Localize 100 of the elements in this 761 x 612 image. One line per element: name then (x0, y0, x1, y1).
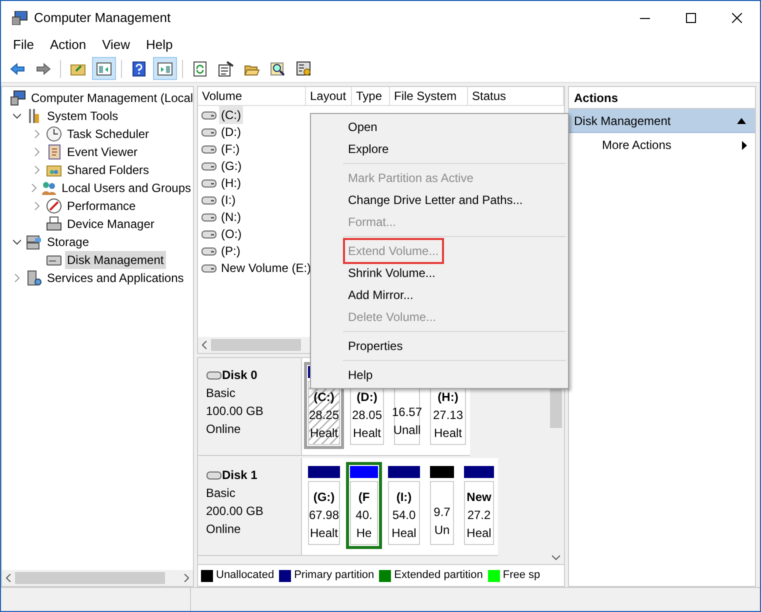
drive-icon (201, 110, 217, 120)
scrollbar-thumb[interactable] (15, 572, 165, 584)
partition-size: 16.57 (392, 404, 422, 421)
tree-item[interactable]: Disk Management (65, 251, 166, 269)
collapsed-chevron-icon[interactable] (13, 274, 21, 282)
partition-size: 28.25 (308, 407, 340, 424)
column-header[interactable]: Volume (198, 87, 306, 105)
collapsed-chevron-icon[interactable] (33, 130, 41, 138)
drive-icon (201, 228, 217, 238)
tree-item[interactable]: Performance (65, 197, 138, 215)
tree-item[interactable]: Services and Applications (45, 269, 186, 287)
drive-icon (201, 194, 217, 204)
drive-entry[interactable]: (D:) (219, 122, 243, 140)
close-icon (732, 13, 742, 23)
drive-icon (201, 212, 217, 222)
column-header[interactable]: Layout (306, 87, 352, 105)
partition-label: (G:) (313, 489, 335, 506)
disk-size: 200.00 GB (206, 503, 264, 520)
partition-status: He (356, 525, 372, 542)
drive-icon (201, 144, 217, 154)
expanded-chevron-icon[interactable] (13, 238, 21, 246)
partition-size: 27.2 (467, 507, 491, 524)
storage-icon (26, 234, 42, 250)
partition-status: Healt (352, 425, 381, 442)
partition-status: Heal (392, 525, 416, 542)
action-item[interactable]: More Actions (569, 133, 755, 157)
partition-block[interactable]: (F 40. He (346, 462, 382, 549)
drive-icon (201, 126, 217, 136)
actions-section-header[interactable]: Disk Management (569, 109, 755, 133)
partition-size: 54.0 (392, 507, 416, 524)
tree-item[interactable]: Device Manager (65, 215, 156, 233)
menu-item[interactable]: Help (343, 362, 378, 388)
legend-label: Primary partition (294, 568, 374, 584)
drive-entry[interactable]: New Volume (E:) (219, 258, 314, 276)
tree-item[interactable]: Shared Folders (65, 161, 152, 179)
column-header[interactable]: Status (468, 87, 564, 105)
column-header[interactable]: File System (390, 87, 468, 105)
menu-item[interactable]: View (94, 35, 138, 55)
tree-item[interactable]: Computer Management (Local (29, 89, 193, 107)
properties-icon (218, 60, 234, 76)
drive-entry[interactable]: (N:) (219, 208, 243, 226)
partition-size: 9.7 (434, 504, 450, 521)
drive-entry[interactable]: (I:) (219, 190, 238, 208)
partition-status: Healt (310, 425, 338, 442)
drive-entry[interactable]: (O:) (219, 224, 244, 242)
menu-item[interactable]: Properties (343, 333, 408, 359)
submenu-arrow-icon (742, 140, 747, 150)
menu-item[interactable]: Help (138, 35, 181, 55)
disk-name: Disk 1 (222, 467, 258, 484)
column-header[interactable]: Type (352, 87, 390, 105)
tree-item[interactable]: Event Viewer (65, 143, 140, 161)
partition-size: 27.13 (432, 407, 464, 424)
tree-item[interactable]: Task Scheduler (65, 125, 152, 143)
menu-item[interactable]: File (5, 35, 42, 55)
partition-status: Heal (466, 525, 492, 542)
pane-toggle-icon (96, 60, 112, 76)
scroll-right-icon[interactable] (184, 574, 189, 582)
expanded-chevron-icon[interactable] (13, 112, 21, 120)
drive-entry[interactable]: (G:) (219, 156, 244, 174)
printer-icon (46, 216, 62, 232)
help-icon (131, 60, 147, 76)
disk-type: Basic (206, 385, 236, 402)
users-icon (40, 180, 57, 196)
drive-entry[interactable]: (P:) (219, 242, 242, 260)
scroll-down-icon[interactable] (552, 555, 560, 560)
partition-type-bar (350, 466, 378, 478)
tools-icon (26, 108, 42, 124)
drive-entry[interactable]: (H:) (219, 174, 243, 192)
forward-arrow-icon (35, 60, 51, 76)
toolbar-button[interactable] (153, 57, 177, 80)
collapse-caret-icon[interactable] (737, 118, 746, 124)
drive-entry[interactable]: (C:) (219, 106, 243, 124)
menu-item[interactable]: Action (42, 35, 94, 55)
scrollbar-thumb[interactable] (211, 339, 301, 351)
disk-status: Online (206, 421, 242, 438)
collapsed-chevron-icon[interactable] (30, 184, 38, 192)
tree-item[interactable]: Local Users and Groups (60, 179, 193, 197)
toolbar-button[interactable] (92, 57, 116, 80)
drive-icon (201, 246, 217, 256)
log-book-icon (46, 144, 62, 160)
collapsed-chevron-icon[interactable] (33, 148, 41, 156)
partition-status: Un (434, 522, 450, 539)
drive-icon (201, 178, 217, 188)
search-icon (270, 60, 286, 76)
partition-size: 28.05 (352, 407, 382, 424)
drive-icon (201, 160, 217, 170)
disk-status: Online (206, 521, 242, 538)
tree-item[interactable]: Storage (45, 233, 92, 251)
no-entry-icon (46, 198, 62, 214)
scroll-left-icon[interactable] (202, 341, 207, 349)
collapsed-chevron-icon[interactable] (33, 202, 41, 210)
partition-label: (C:) (314, 389, 334, 406)
scroll-left-icon[interactable] (6, 574, 11, 582)
tree-item[interactable]: System Tools (45, 107, 120, 125)
collapsed-chevron-icon[interactable] (33, 166, 41, 174)
partition-status: Unall (393, 422, 421, 439)
partition-label: (I:) (396, 489, 412, 506)
partition-label: New (466, 489, 492, 506)
drive-entry[interactable]: (F:) (219, 140, 242, 158)
disk-name: Disk 0 (222, 367, 258, 384)
